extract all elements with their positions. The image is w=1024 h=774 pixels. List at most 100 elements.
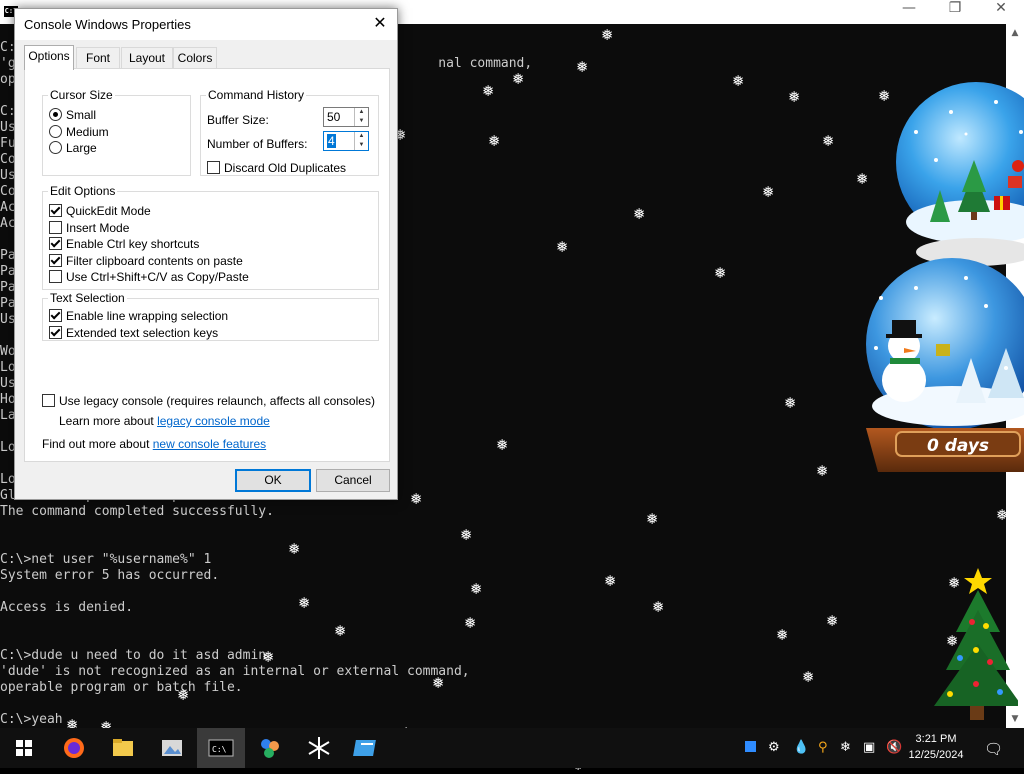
command-history-legend: Command History — [208, 88, 305, 102]
edit-option-checkbox-3[interactable]: Filter clipboard contents on paste — [49, 253, 243, 268]
spin-down-icon[interactable]: ▼ — [355, 117, 368, 126]
tab-font[interactable]: Font — [76, 47, 120, 68]
cursor-large-radio[interactable]: Large — [49, 141, 97, 155]
snowflake-icon: ❅ — [460, 526, 473, 544]
snowflake-icon: ❅ — [464, 614, 477, 632]
search-icon[interactable]: ⚲ — [818, 740, 828, 755]
days-counter: 0 days — [927, 436, 989, 456]
snowflake-icon: ❅ — [334, 622, 347, 640]
gear-icon[interactable]: ⚙ — [768, 740, 780, 755]
spin-up-icon[interactable]: ▲ — [355, 108, 368, 117]
dialog-close-icon[interactable]: ✕ — [369, 12, 391, 34]
snowflake-icon: ❅ — [512, 70, 525, 88]
snowflake-icon: ❅ — [488, 132, 501, 150]
tab-colors[interactable]: Colors — [173, 47, 217, 68]
legacy-learn-more: Learn more about legacy console mode — [59, 414, 270, 428]
ok-button[interactable]: OK — [235, 469, 311, 492]
network-icon[interactable]: ▣ — [863, 740, 875, 755]
checkbox-icon — [42, 394, 55, 407]
snowflake-icon: ❅ — [604, 572, 617, 590]
snowflake-icon: ❅ — [652, 598, 665, 616]
checkbox-icon — [49, 253, 62, 267]
text-selection-legend: Text Selection — [50, 291, 125, 305]
snowflake-icon: ❅ — [856, 170, 869, 188]
snowflake-icon: ❅ — [556, 238, 569, 256]
snowflake-icon: ❅ — [576, 58, 589, 76]
notification-center-icon[interactable]: 🗨 — [984, 740, 1003, 758]
dialog-titlebar[interactable]: Console Windows Properties ✕ — [15, 9, 397, 40]
spin-down-icon[interactable]: ▼ — [355, 141, 368, 150]
edit-option-checkbox-0[interactable]: QuickEdit Mode — [49, 204, 151, 218]
minimize-button[interactable]: — — [886, 0, 932, 24]
checkbox-icon — [49, 309, 62, 322]
blue-square-icon[interactable] — [745, 741, 756, 752]
snowflake-icon: ❅ — [298, 594, 311, 612]
buffer-size-value[interactable]: 50 — [327, 110, 340, 124]
tab-layout[interactable]: Layout — [121, 47, 173, 68]
paint-icon[interactable] — [246, 728, 294, 768]
options-tab-panel: Cursor Size Small Medium Large Command H… — [24, 68, 390, 462]
snowflake-icon: ❅ — [432, 674, 445, 692]
snowflake-icon: ❅ — [762, 183, 775, 201]
snowflake-icon: ❅ — [288, 540, 301, 558]
snowflake-icon: ❅ — [878, 87, 891, 105]
buffer-size-spinner[interactable]: 50 ▲ ▼ — [323, 107, 369, 127]
tab-options[interactable]: Options — [24, 45, 74, 70]
edit-option-checkbox-2[interactable]: Enable Ctrl key shortcuts — [49, 237, 199, 251]
legacy-console-mode-link[interactable]: legacy console mode — [157, 414, 270, 428]
num-buffers-value[interactable]: 4 — [327, 134, 336, 148]
console-properties-dialog[interactable]: Console Windows Properties ✕ Options Fon… — [14, 8, 398, 500]
snowflake-app-icon[interactable] — [295, 728, 343, 768]
snowflake-icon: ❅ — [822, 132, 835, 150]
snowflake-icon: ❅ — [788, 88, 801, 106]
firefox-icon[interactable] — [50, 728, 98, 768]
text-selection-checkbox-0[interactable]: Enable line wrapping selection — [49, 309, 228, 323]
snowflake-icon: ❅ — [776, 626, 789, 644]
discard-duplicates-checkbox[interactable]: Discard Old Duplicates — [207, 161, 346, 175]
checkbox-icon — [49, 237, 62, 250]
new-console-features-link[interactable]: new console features — [153, 437, 266, 451]
snowflake-icon: ❅ — [714, 264, 727, 282]
water-drop-icon[interactable]: 💧 — [793, 740, 809, 755]
snowflake-icon: ❅ — [601, 26, 614, 44]
edit-option-checkbox-1[interactable]: Insert Mode — [49, 220, 129, 235]
radio-icon — [49, 125, 62, 138]
dialog-title: Console Windows Properties — [24, 17, 191, 32]
snowflake-icon: ❅ — [732, 72, 745, 90]
new-features-text: Find out more about new console features — [42, 437, 267, 451]
snow-globe-snowman: 0 days — [866, 258, 1024, 472]
edit-options-legend: Edit Options — [50, 184, 116, 198]
maximize-button[interactable]: ❐ — [932, 0, 978, 24]
buffer-size-label: Buffer Size: — [207, 113, 269, 127]
volume-muted-icon[interactable]: 🔇 — [886, 740, 902, 755]
system-clock[interactable]: 3:21 PM 12/25/2024 — [904, 731, 968, 763]
snowflake-icon: ❅ — [802, 668, 815, 686]
cursor-small-radio[interactable]: Small — [49, 108, 96, 122]
console-close-button[interactable]: ✕ — [978, 0, 1024, 24]
cancel-button[interactable]: Cancel — [316, 469, 390, 492]
snowflake-icon: ❅ — [633, 205, 646, 223]
clock-time: 3:21 PM — [915, 733, 957, 745]
checkbox-icon — [207, 161, 220, 174]
snowflake-icon: ❅ — [410, 490, 423, 508]
snowflake-icon[interactable]: ❄ — [840, 740, 851, 755]
snowflake-icon: ❅ — [784, 394, 797, 412]
windows-start-icon[interactable] — [0, 728, 48, 768]
scroll-up-icon[interactable]: ▲ — [1006, 24, 1024, 42]
num-buffers-spinner[interactable]: 4 ▲ ▼ — [323, 131, 369, 151]
text-selection-checkbox-1[interactable]: Extended text selection keys — [49, 326, 218, 340]
edit-option-checkbox-4[interactable]: Use Ctrl+Shift+C/V as Copy/Paste — [49, 270, 249, 284]
snow-globe-christmas-trees — [896, 82, 1024, 266]
command-prompt-icon[interactable]: C:\ — [197, 728, 245, 768]
file-explorer-icon[interactable] — [99, 728, 147, 768]
cursor-size-legend: Cursor Size — [50, 88, 113, 102]
snowflake-icon: ❅ — [177, 686, 190, 704]
snowflake-icon: ❅ — [482, 82, 495, 100]
legacy-console-checkbox[interactable]: Use legacy console (requires relaunch, a… — [42, 394, 375, 408]
notepad-app-icon[interactable] — [344, 728, 392, 768]
snowflake-icon: ❅ — [646, 510, 659, 528]
photos-icon[interactable] — [148, 728, 196, 768]
radio-icon — [49, 108, 62, 121]
spin-up-icon[interactable]: ▲ — [355, 132, 368, 141]
cursor-medium-radio[interactable]: Medium — [49, 125, 109, 139]
